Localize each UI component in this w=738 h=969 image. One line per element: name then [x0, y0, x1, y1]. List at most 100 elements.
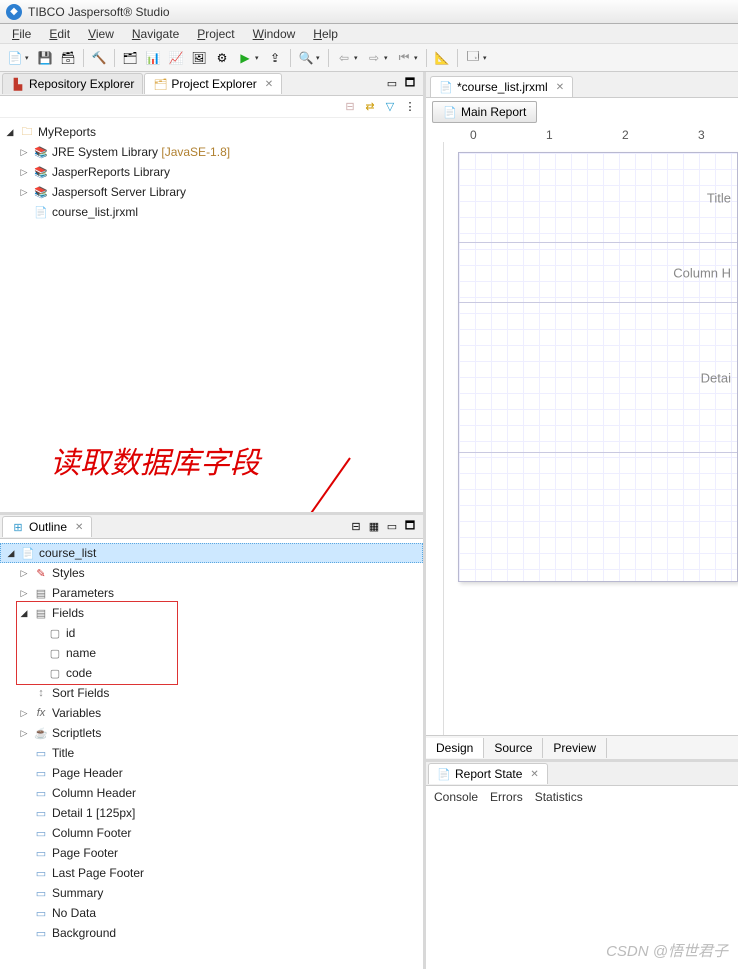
- outline-parameters[interactable]: ▷ ▤ Parameters: [0, 583, 423, 603]
- dropdown-icon[interactable]: ▾: [316, 54, 324, 62]
- tab-repository-explorer[interactable]: ▙ Repository Explorer: [2, 73, 143, 94]
- main-report-tab[interactable]: 📄 Main Report: [432, 101, 537, 123]
- dropdown-icon[interactable]: ▾: [483, 54, 491, 62]
- close-icon[interactable]: ✕: [530, 769, 538, 780]
- maximize-icon[interactable]: 🗖: [403, 77, 417, 91]
- tab-preview[interactable]: Preview: [543, 738, 607, 758]
- home-button[interactable]: ⏮: [393, 47, 415, 69]
- expand-icon[interactable]: ▷: [18, 568, 30, 579]
- outline-section[interactable]: ▭Column Footer: [0, 823, 423, 843]
- outline-variables[interactable]: ▷ fx Variables: [0, 703, 423, 723]
- outline-section[interactable]: ▭Summary: [0, 883, 423, 903]
- tree-item[interactable]: ▷ 📚 JasperReports Library: [0, 162, 423, 182]
- outline-section[interactable]: ▭Title: [0, 743, 423, 763]
- minimize-icon[interactable]: ▭: [385, 77, 399, 91]
- expand-icon[interactable]: ◢: [4, 127, 16, 138]
- run-button[interactable]: ▶: [234, 47, 256, 69]
- outline-sortfields[interactable]: ↕ Sort Fields: [0, 683, 423, 703]
- expand-icon[interactable]: ▷: [18, 147, 30, 158]
- menu-project[interactable]: Project: [189, 25, 242, 43]
- report-button[interactable]: 📊: [142, 47, 164, 69]
- tree-item[interactable]: ▷ 📚 JRE System Library [JavaSE-1.8]: [0, 142, 423, 162]
- close-icon[interactable]: ✕: [556, 82, 564, 93]
- build-button[interactable]: 🔨: [88, 47, 110, 69]
- image-button[interactable]: 🖼: [188, 47, 210, 69]
- tab-project-explorer[interactable]: 🗂 Project Explorer ✕: [144, 73, 282, 94]
- outline-tree[interactable]: ◢ 📄 course_list ▷ ✎ Styles ▷ ▤ Parameter…: [0, 539, 423, 950]
- save-button[interactable]: 💾: [34, 47, 56, 69]
- outline-field-item[interactable]: ▢ code: [0, 663, 423, 683]
- menu-navigate[interactable]: Navigate: [124, 25, 187, 43]
- design-canvas[interactable]: Title Column H Detai: [426, 142, 738, 735]
- open-perspective-button[interactable]: 🗔: [462, 47, 484, 69]
- expand-icon[interactable]: ◢: [18, 608, 30, 619]
- subtab-statistics[interactable]: Statistics: [535, 790, 583, 804]
- publish-button[interactable]: ⇪: [264, 47, 286, 69]
- outline-section[interactable]: ▭No Data: [0, 903, 423, 923]
- outline-styles[interactable]: ▷ ✎ Styles: [0, 563, 423, 583]
- filter-icon[interactable]: ▽: [383, 100, 397, 114]
- view-menu-icon[interactable]: ⋮: [403, 100, 417, 114]
- outline-scriptlets[interactable]: ▷ ☕ Scriptlets: [0, 723, 423, 743]
- outline-section[interactable]: ▭Column Header: [0, 783, 423, 803]
- menu-edit[interactable]: Edit: [41, 25, 78, 43]
- outline-root[interactable]: ◢ 📄 course_list: [0, 543, 423, 563]
- tree-item-file[interactable]: 📄 course_list.jrxml: [0, 202, 423, 222]
- subtab-console[interactable]: Console: [434, 790, 478, 804]
- compile-button[interactable]: ⚙: [211, 47, 233, 69]
- perspective-button[interactable]: 📐: [431, 47, 453, 69]
- outline-section[interactable]: ▭Background: [0, 923, 423, 943]
- outline-section[interactable]: ▭Page Footer: [0, 843, 423, 863]
- editor-tabs: 📄 *course_list.jrxml ✕: [426, 72, 738, 98]
- maximize-icon[interactable]: 🗖: [403, 520, 417, 534]
- expand-icon[interactable]: ▷: [18, 588, 30, 599]
- tree-root[interactable]: ◢ 🗀 MyReports: [0, 122, 423, 142]
- outline-section[interactable]: ▭Page Header: [0, 763, 423, 783]
- outline-icon: ⊞: [11, 520, 25, 534]
- minimize-icon[interactable]: ▭: [385, 520, 399, 534]
- menu-window[interactable]: Window: [245, 25, 304, 43]
- tab-design[interactable]: Design: [426, 738, 484, 758]
- thumbnail-mode-icon[interactable]: ▦: [367, 520, 381, 534]
- chart-button[interactable]: 📈: [165, 47, 187, 69]
- menu-view[interactable]: View: [80, 25, 122, 43]
- expand-icon[interactable]: ▷: [18, 708, 30, 719]
- tab-report-state[interactable]: 📄 Report State ✕: [428, 763, 548, 784]
- outline-field-item[interactable]: ▢ id: [0, 623, 423, 643]
- save-all-button[interactable]: 🗃: [57, 47, 79, 69]
- tree-item[interactable]: ▷ 📚 Jaspersoft Server Library: [0, 182, 423, 202]
- outline-section[interactable]: ▭Last Page Footer: [0, 863, 423, 883]
- editor-tab[interactable]: 📄 *course_list.jrxml ✕: [430, 76, 573, 97]
- dropdown-icon[interactable]: ▾: [414, 54, 422, 62]
- menu-help[interactable]: Help: [305, 25, 346, 43]
- outline-fields[interactable]: ◢ ▤ Fields: [0, 603, 423, 623]
- tab-outline[interactable]: ⊞ Outline ✕: [2, 516, 92, 537]
- dropdown-icon[interactable]: ▾: [25, 54, 33, 62]
- data-adapter-button[interactable]: 🗂: [119, 47, 141, 69]
- new-button[interactable]: 📄: [4, 47, 26, 69]
- tab-source[interactable]: Source: [484, 738, 543, 758]
- subtab-errors[interactable]: Errors: [490, 790, 523, 804]
- expand-icon[interactable]: ▷: [18, 167, 30, 178]
- project-tree[interactable]: ◢ 🗀 MyReports ▷ 📚 JRE System Library [Ja…: [0, 118, 423, 512]
- expand-icon[interactable]: ▷: [18, 728, 30, 739]
- dropdown-icon[interactable]: ▾: [255, 54, 263, 62]
- dropdown-icon[interactable]: ▾: [354, 54, 362, 62]
- collapse-all-icon[interactable]: ⊟: [343, 100, 357, 114]
- forward-button[interactable]: ⇨: [363, 47, 385, 69]
- link-editor-icon[interactable]: ⇄: [363, 100, 377, 114]
- report-page[interactable]: Title Column H Detai: [458, 152, 738, 582]
- close-icon[interactable]: ✕: [265, 79, 273, 90]
- outline-field-item[interactable]: ▢ name: [0, 643, 423, 663]
- expand-icon[interactable]: ◢: [5, 548, 17, 559]
- menu-file[interactable]: File: [4, 25, 39, 43]
- tree-label: course_list.jrxml: [52, 205, 138, 219]
- tree-mode-icon[interactable]: ⊟: [349, 520, 363, 534]
- back-button[interactable]: ⇦: [333, 47, 355, 69]
- field-icon: ▢: [47, 626, 63, 640]
- expand-icon[interactable]: ▷: [18, 187, 30, 198]
- dropdown-icon[interactable]: ▾: [384, 54, 392, 62]
- close-icon[interactable]: ✕: [75, 522, 83, 533]
- outline-section[interactable]: ▭Detail 1 [125px]: [0, 803, 423, 823]
- search-button[interactable]: 🔍: [295, 47, 317, 69]
